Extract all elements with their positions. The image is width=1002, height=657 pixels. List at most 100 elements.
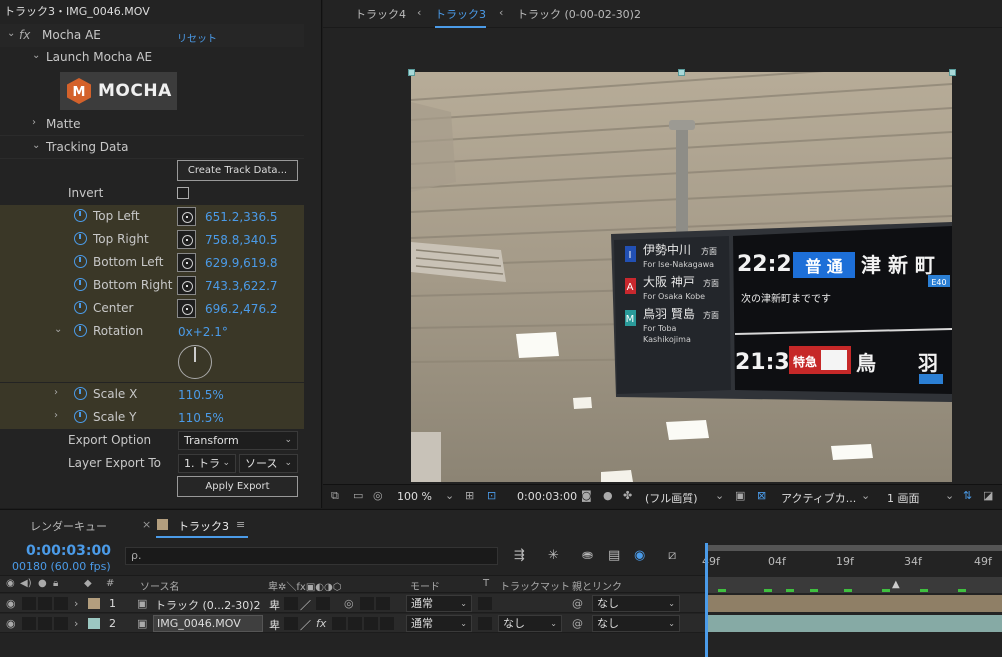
layer-2-duration-bar[interactable]: [706, 615, 1002, 632]
stopwatch-icon[interactable]: [74, 410, 87, 423]
create-track-data-button[interactable]: Create Track Data...: [177, 160, 298, 181]
exposure-icon[interactable]: ◪: [983, 489, 993, 502]
eye-icon[interactable]: ◉: [6, 597, 16, 610]
quality-switch-icon[interactable]: ／: [300, 597, 311, 613]
top-right-value[interactable]: 758.8,340.5: [205, 233, 278, 247]
apply-export-button[interactable]: Apply Export: [177, 476, 298, 497]
column-source-name[interactable]: ソース名: [140, 578, 180, 593]
stopwatch-icon[interactable]: [74, 301, 87, 314]
transform-handle[interactable]: [949, 69, 956, 76]
chevron-left-icon[interactable]: ‹: [499, 6, 503, 19]
chevron-down-icon[interactable]: ⌄: [715, 489, 724, 502]
eye-icon[interactable]: ◉: [6, 578, 15, 589]
crosshair-icon[interactable]: [177, 276, 196, 295]
crosshair-icon[interactable]: [177, 230, 196, 249]
layer-source-dropdown[interactable]: ソース ⌄: [239, 454, 298, 473]
export-option-dropdown[interactable]: Transform ⌄: [178, 431, 298, 450]
camera-icon[interactable]: ◙: [581, 489, 592, 502]
video-frame[interactable]: I A M 伊勢中川 方面 For Ise-Nakagawa 大阪 神戸 方面 …: [411, 72, 952, 482]
frame-blend-icon[interactable]: ▤: [608, 548, 620, 563]
tracking-data-row[interactable]: ⌄ Tracking Data: [0, 136, 304, 159]
label-swatch[interactable]: [88, 598, 100, 609]
transform-handle[interactable]: [408, 69, 415, 76]
scale-y-value[interactable]: 110.5%: [178, 411, 224, 425]
region-icon[interactable]: ⊞: [465, 489, 474, 502]
collapse-icon[interactable]: ⌄: [32, 50, 40, 61]
draft-3d-icon[interactable]: ✳: [548, 548, 559, 563]
lock-icon[interactable]: 🔒︎: [53, 578, 58, 589]
solo-icon[interactable]: ●: [38, 578, 47, 589]
time-ruler[interactable]: 49f 04f 19f 34f 49f ▲: [702, 543, 1002, 593]
stopwatch-icon[interactable]: [74, 278, 87, 291]
reset-exposure-icon[interactable]: ⇅: [963, 489, 972, 502]
stopwatch-icon[interactable]: [74, 232, 87, 245]
close-icon[interactable]: ×: [142, 518, 151, 531]
rotation-value[interactable]: 0x+2.1°: [178, 325, 228, 339]
scale-x-value[interactable]: 110.5%: [178, 388, 224, 402]
stopwatch-icon[interactable]: [74, 209, 87, 222]
crosshair-icon[interactable]: [177, 253, 196, 272]
tab-render-queue[interactable]: レンダーキュー: [30, 518, 107, 534]
timeline-timecode[interactable]: 0:00:03:00: [26, 543, 111, 559]
layer-2-parent-dropdown[interactable]: なし ⌄: [592, 615, 680, 632]
crosshair-icon[interactable]: [177, 299, 196, 318]
expand-icon[interactable]: ›: [74, 597, 78, 610]
timeline-search-input[interactable]: ρ.: [125, 547, 498, 565]
channel-icon[interactable]: ✤: [623, 489, 632, 502]
collapse-icon[interactable]: ⌄: [54, 324, 62, 335]
tab-comp-track-2[interactable]: トラック (0-00-02-30)2: [517, 6, 641, 22]
tab-comp-3[interactable]: トラック3: [435, 6, 486, 28]
tab-comp-4[interactable]: トラック4: [355, 6, 406, 22]
chevron-down-icon[interactable]: ⌄: [445, 489, 454, 502]
expand-icon[interactable]: ›: [74, 617, 78, 630]
reset-link[interactable]: リセット: [177, 30, 217, 45]
layer-1-mode-dropdown[interactable]: 通常 ⌄: [406, 595, 472, 612]
audio-icon[interactable]: ◀): [20, 578, 32, 589]
tab-timeline-comp-3[interactable]: トラック3: [178, 518, 229, 534]
stopwatch-icon[interactable]: [74, 255, 87, 268]
views-dropdown[interactable]: 1 画面: [887, 490, 920, 506]
collapse-icon[interactable]: ⌄: [32, 140, 40, 151]
layer-row-2[interactable]: ◉ › 2 ▣ IMG_0046.MOV 卑 ／ fx 通常 ⌄ なし ⌄ @ なし…: [0, 614, 705, 633]
transparency-grid-icon[interactable]: ⊡: [487, 489, 496, 502]
zoom-level[interactable]: 100 %: [397, 490, 432, 503]
layer-export-dropdown[interactable]: 1. トラ ⌄: [178, 454, 236, 473]
work-area-bar[interactable]: [706, 545, 1002, 551]
layer-name[interactable]: トラック (0...2-30)2: [155, 597, 261, 613]
current-time-indicator[interactable]: [705, 543, 708, 657]
label-tag-icon[interactable]: ◆: [84, 578, 92, 589]
expand-icon[interactable]: ›: [32, 117, 36, 128]
snapshot-icon[interactable]: ⧉: [331, 489, 339, 503]
pick-whip-icon[interactable]: @: [572, 617, 583, 630]
invert-checkbox[interactable]: [177, 187, 189, 199]
transform-handle[interactable]: [678, 69, 685, 76]
layer-1-duration-bar[interactable]: [706, 595, 1002, 612]
fx-switch-icon[interactable]: fx: [316, 617, 326, 630]
quality-switch-icon[interactable]: ／: [300, 617, 311, 633]
grid-icon[interactable]: ⊠: [757, 489, 766, 502]
monitor-icon[interactable]: ▭: [353, 489, 363, 502]
layer-row-1[interactable]: ◉ › 1 ▣ トラック (0...2-30)2 卑 ／ ◎ 通常 ⌄ @ なし ⌄: [0, 594, 705, 613]
label-swatch[interactable]: [88, 618, 100, 629]
motion-blur-icon[interactable]: ◉: [634, 548, 645, 563]
layer-name[interactable]: IMG_0046.MOV: [157, 617, 241, 630]
resolution-dropdown[interactable]: (フル画質): [645, 490, 698, 506]
bottom-left-value[interactable]: 629.9,619.8: [205, 256, 278, 270]
eye-icon[interactable]: ◉: [6, 617, 16, 630]
layer-1-parent-dropdown[interactable]: なし ⌄: [592, 595, 680, 612]
matte-row[interactable]: › Matte: [0, 113, 304, 136]
center-value[interactable]: 696.2,476.2: [205, 302, 278, 316]
graph-editor-icon[interactable]: ⧄: [668, 548, 676, 563]
shy-icon[interactable]: ⛂: [582, 548, 593, 563]
collapse-switch-icon[interactable]: 卑: [269, 617, 280, 633]
top-left-value[interactable]: 651.2,336.5: [205, 210, 278, 224]
color-icon[interactable]: ●: [603, 489, 613, 502]
chevron-down-icon[interactable]: ⌄: [945, 489, 954, 502]
fast-preview-icon[interactable]: ▣: [735, 489, 745, 502]
launch-mocha-button[interactable]: M MOCHA: [60, 72, 177, 110]
stopwatch-icon[interactable]: [74, 387, 87, 400]
expand-icon[interactable]: ›: [54, 410, 58, 421]
layer-2-trackmatte-dropdown[interactable]: なし ⌄: [498, 615, 562, 632]
layer-2-mode-dropdown[interactable]: 通常 ⌄: [406, 615, 472, 632]
mask-icon[interactable]: ◎: [373, 489, 383, 502]
